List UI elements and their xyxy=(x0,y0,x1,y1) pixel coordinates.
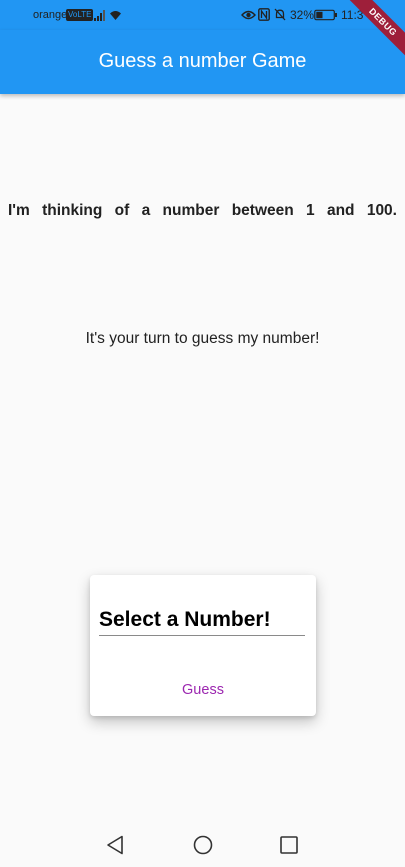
home-icon[interactable] xyxy=(193,835,213,855)
recents-icon[interactable] xyxy=(280,836,298,854)
battery-icon xyxy=(314,9,337,21)
app-bar: Guess a number Game xyxy=(0,30,405,94)
back-icon[interactable] xyxy=(106,835,124,855)
guess-button[interactable]: Guess xyxy=(160,675,246,705)
status-bar: orange VoLTE 32% 11:3 xyxy=(0,0,405,30)
signal-icon xyxy=(94,10,105,21)
nfc-icon xyxy=(258,8,270,21)
eye-icon xyxy=(241,10,256,20)
carrier-name: orange xyxy=(33,9,68,21)
network-badge: VoLTE xyxy=(66,9,94,21)
number-input[interactable] xyxy=(99,605,305,636)
wifi-icon xyxy=(110,11,121,20)
guess-card: Guess xyxy=(90,575,316,716)
intro-text: I'm thinking of a number between 1 and 1… xyxy=(8,202,397,219)
prompt-text: It's your turn to guess my number! xyxy=(85,330,320,347)
app-title: Guess a number Game xyxy=(98,50,307,72)
bell-off-icon xyxy=(274,8,286,21)
battery-percent: 32% xyxy=(290,8,315,22)
navigation-bar xyxy=(0,822,405,867)
